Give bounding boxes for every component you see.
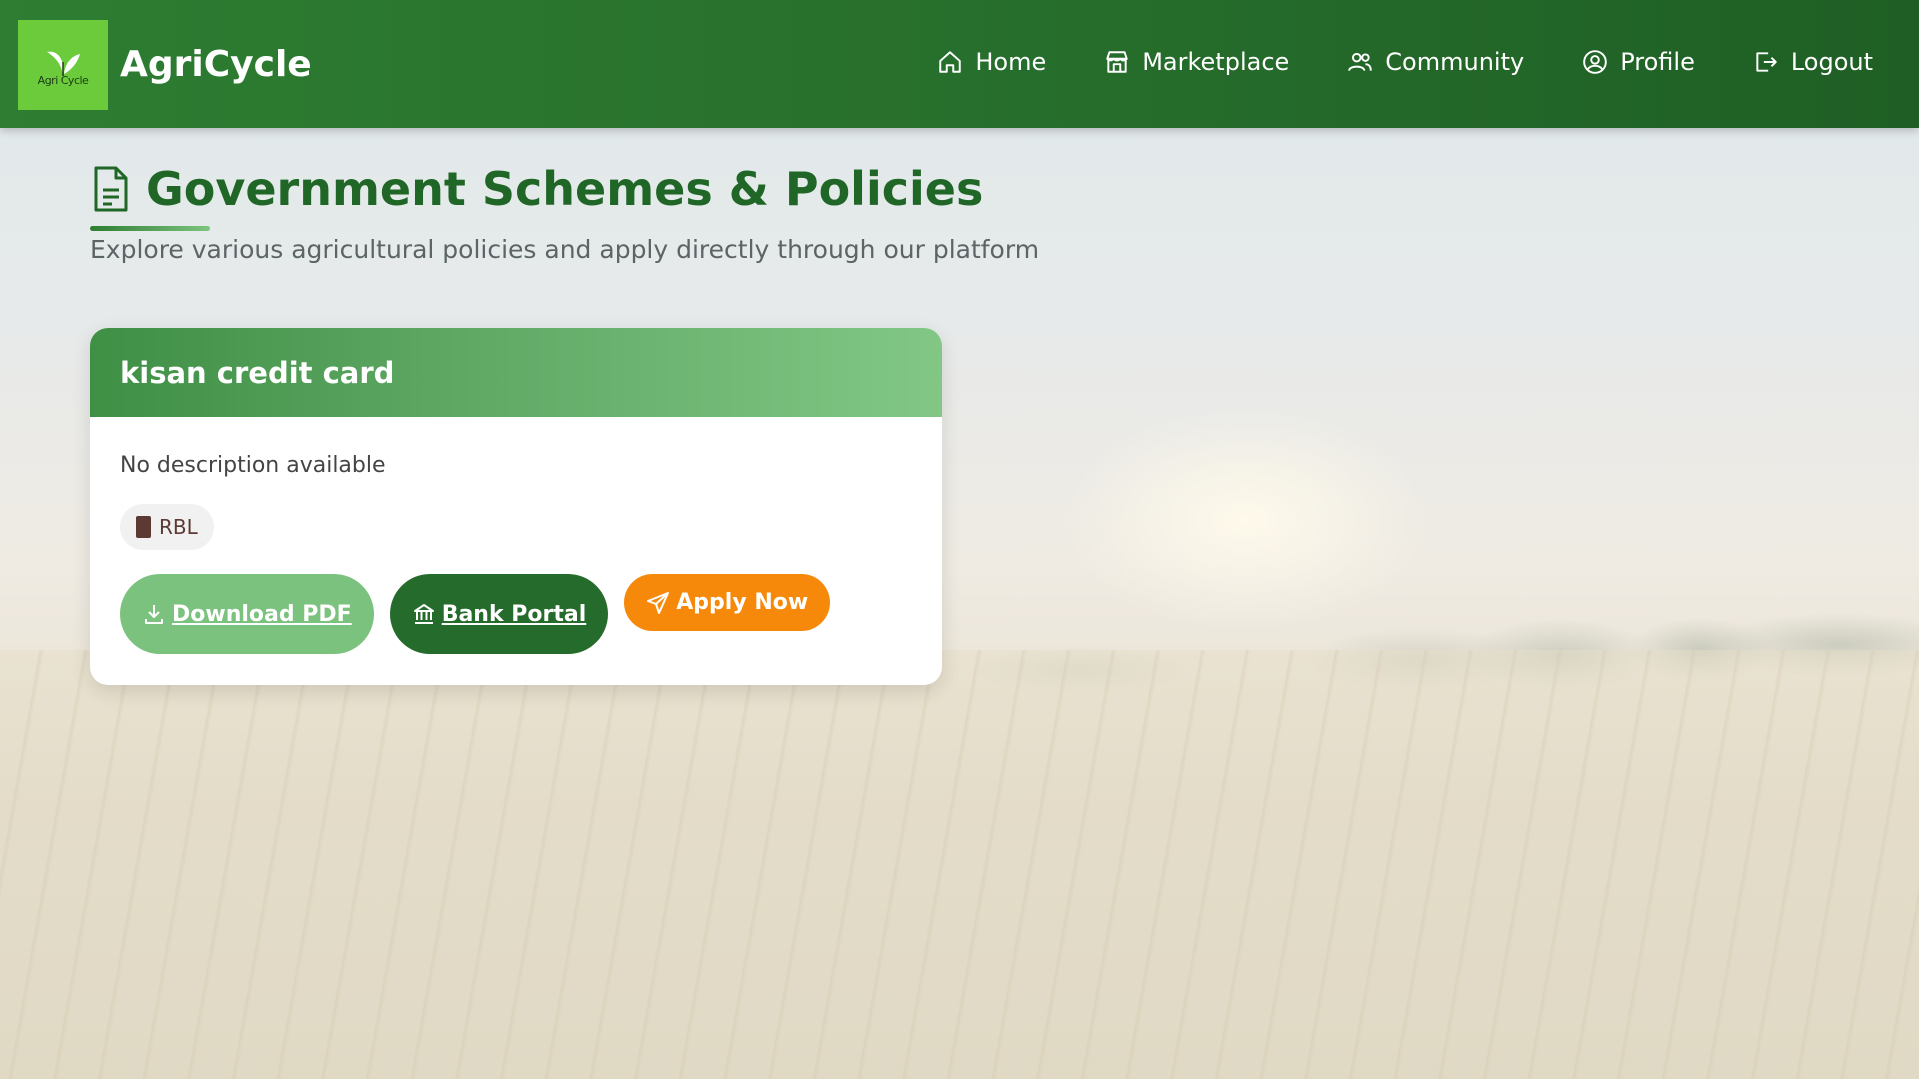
nav-marketplace-label: Marketplace — [1142, 48, 1290, 76]
page-subtitle: Explore various agricultural policies an… — [90, 235, 1040, 264]
send-icon — [647, 591, 670, 614]
scheme-description: No description available — [120, 453, 386, 478]
nav-profile-label: Profile — [1620, 48, 1695, 76]
page-title: Government Schemes & Policies — [146, 162, 984, 216]
download-pdf-label: Download PDF — [172, 601, 352, 627]
nav-logout[interactable]: Logout — [1753, 48, 1873, 76]
download-icon — [145, 605, 163, 624]
apply-now-label: Apply Now — [676, 590, 809, 615]
document-icon — [94, 166, 128, 212]
background-wheat-field — [0, 650, 1919, 1079]
nav-home[interactable]: Home — [937, 48, 1046, 76]
page-header: Government Schemes & Policies — [90, 162, 983, 231]
title-underline — [90, 226, 210, 231]
nav-marketplace[interactable]: Marketplace — [1104, 48, 1289, 76]
app-logo[interactable]: Agri Cycle — [18, 20, 108, 110]
bank-icon — [413, 604, 434, 624]
main-nav: Home Marketplace Community Profile Logou… — [937, 48, 1873, 76]
download-pdf-button[interactable]: Download PDF — [120, 574, 374, 654]
users-icon — [1348, 52, 1373, 71]
bank-name: RBL — [159, 515, 198, 539]
leaf-logo-icon — [47, 51, 80, 76]
scheme-actions: Download PDF Bank Portal Apply Now — [120, 574, 912, 654]
store-icon — [1106, 51, 1128, 73]
scheme-card: kisan credit card No description availab… — [90, 328, 942, 685]
book-icon — [136, 516, 151, 538]
nav-home-label: Home — [975, 48, 1047, 76]
brand-name[interactable]: AgriCycle — [120, 44, 312, 85]
nav-community[interactable]: Community — [1347, 48, 1524, 76]
user-circle-icon — [1583, 50, 1608, 74]
top-navbar: Agri Cycle AgriCycle Home Marketplace Co… — [0, 0, 1919, 128]
nav-logout-label: Logout — [1790, 48, 1873, 76]
nav-profile[interactable]: Profile — [1582, 48, 1695, 76]
scheme-card-header: kisan credit card — [90, 328, 942, 417]
nav-community-label: Community — [1385, 48, 1525, 76]
apply-now-button[interactable]: Apply Now — [624, 574, 831, 631]
bank-portal-button[interactable]: Bank Portal — [389, 574, 609, 654]
logout-icon — [1756, 52, 1777, 72]
home-icon — [939, 51, 962, 73]
scheme-title: kisan credit card — [120, 355, 395, 390]
bank-badge: RBL — [120, 504, 214, 550]
logo-text: Agri Cycle — [37, 73, 89, 87]
scheme-card-body: No description available RBL Download PD… — [90, 417, 942, 654]
bank-portal-label: Bank Portal — [441, 601, 587, 627]
